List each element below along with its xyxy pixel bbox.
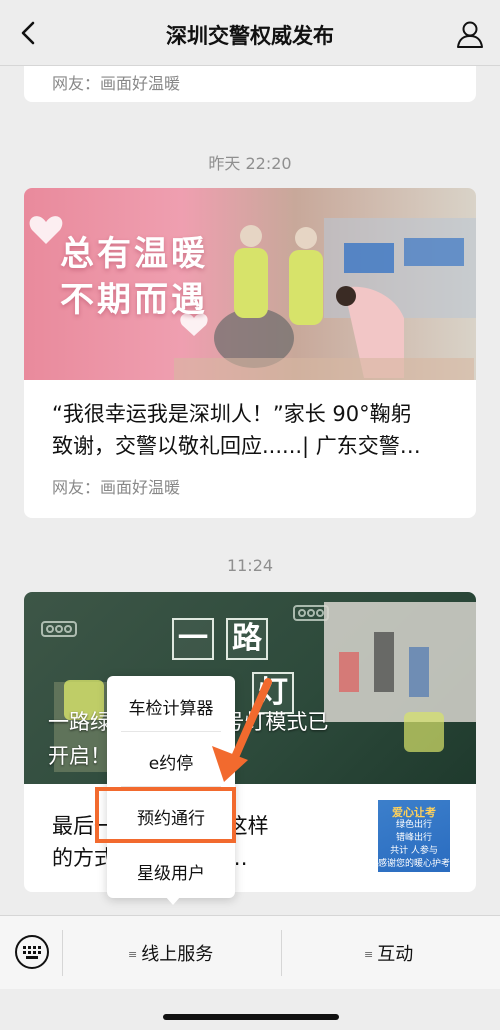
menu-tab-label: 互动 [377, 944, 414, 965]
thumb-text: 绿色出行 [395, 820, 432, 830]
timestamp: 昨天 22:20 [208, 154, 292, 173]
menu-item-star-user[interactable]: 星级用户 [107, 859, 235, 884]
banner-tile: 一 [172, 618, 214, 660]
article-source: 网友：画面好温暖 [52, 74, 181, 93]
banner-text: 总有温暖 [60, 234, 208, 274]
article-card[interactable]: 总有温暖 不期而遇 “我很幸运我是深圳人！”家长 90°鞠躬 致谢，交警以敬礼回… [24, 188, 476, 518]
highlight-box [95, 787, 236, 843]
banner-tile: 路 [226, 618, 268, 660]
article-thumbnail: 爱心让考 绿色出行 错峰出行 共计 人参与 感谢您的暖心护考 [378, 800, 450, 872]
menu-divider [281, 930, 282, 976]
annotation-arrow-icon [212, 678, 272, 782]
article-source: 网友：画面好温暖 [52, 478, 181, 497]
menu-divider [62, 930, 63, 976]
menu-tab-interaction[interactable]: ≡ 互动 [364, 940, 413, 966]
article-title: 致谢，交警以敬礼回应......| 广东交警… [52, 434, 421, 458]
nav-bar: 深圳交警权威发布 [0, 0, 500, 66]
keyboard-icon[interactable] [14, 934, 50, 970]
thumb-text: 感谢您的暖心护考 [378, 859, 451, 869]
thumb-text: 错峰出行 [395, 833, 432, 843]
article-banner-image: 总有温暖 不期而遇 [24, 188, 476, 380]
home-indicator [163, 1014, 339, 1020]
profile-icon[interactable] [454, 18, 486, 50]
thumb-text: 爱心让考 [392, 806, 436, 819]
popup-pointer [165, 896, 181, 905]
menu-divider [121, 731, 221, 732]
menu-lines-icon: ≡ [364, 948, 374, 961]
banner-text: 不期而遇 [60, 280, 208, 320]
thumb-text: 共计 人参与 [390, 846, 438, 856]
menu-tab-label: 线上服务 [141, 944, 214, 965]
timestamp: 11:24 [226, 556, 274, 575]
menu-tab-online-services[interactable]: ≡ 线上服务 [128, 940, 213, 966]
page-title: 深圳交警权威发布 [166, 24, 334, 48]
article-title: “我很幸运我是深圳人！”家长 90°鞠躬 [52, 402, 412, 426]
bottom-menu-bar: ≡ 线上服务 ≡ 互动 [0, 915, 500, 989]
menu-lines-icon: ≡ [128, 948, 138, 961]
